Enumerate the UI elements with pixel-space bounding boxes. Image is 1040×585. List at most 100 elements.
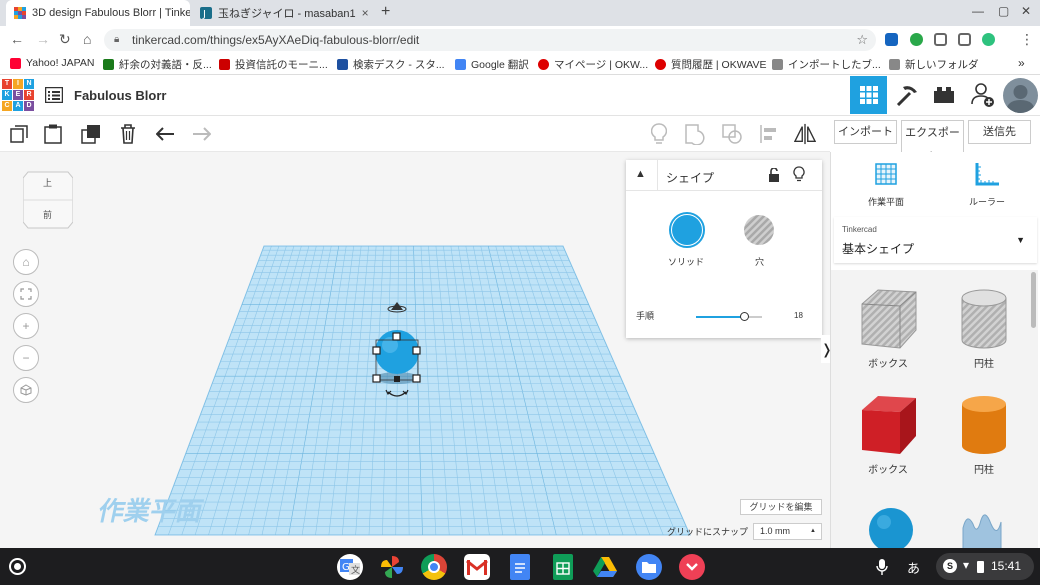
bookmark-folder[interactable]: インポートしたブ... — [772, 57, 881, 72]
extension-icon[interactable] — [885, 33, 898, 46]
url-field[interactable]: 🔒︎ tinkercad.com/things/ex5AyXAeDiq-fabu… — [104, 29, 876, 51]
blocks-button[interactable] — [888, 76, 925, 114]
bookmark-item[interactable]: 投資信託のモーニ... — [219, 57, 328, 72]
drive-app-icon[interactable] — [592, 554, 618, 580]
3d-view-button[interactable] — [850, 76, 887, 114]
sheets-app-icon[interactable] — [553, 554, 573, 580]
undo-button[interactable] — [155, 123, 177, 145]
bookmark-item[interactable]: 質問履歴 | OKWAVE — [655, 57, 766, 72]
svg-text:J: J — [202, 9, 206, 19]
home-view-button[interactable]: ⌂ — [13, 249, 39, 275]
os-taskbar: G文 あ S ▾ 15:41 — [0, 548, 1040, 585]
google-translate-app-icon[interactable]: G文 — [337, 554, 363, 580]
minimize-button[interactable]: — — [972, 4, 984, 18]
group-button[interactable] — [684, 123, 706, 145]
status-tray[interactable]: S ▾ 15:41 — [936, 553, 1034, 580]
maximize-button[interactable]: ▢ — [998, 4, 1009, 18]
add-user-button[interactable] — [964, 76, 1001, 114]
import-button[interactable]: インポート — [834, 120, 897, 144]
shape-library-select[interactable]: Tinkercad 基本シェイプ ▼ — [834, 217, 1037, 263]
bookmark-item[interactable]: Yahoo! JAPAN — [10, 57, 94, 69]
shape-box-hole[interactable]: ボックス — [853, 286, 923, 370]
view-cube-front[interactable]: 前 — [43, 208, 52, 221]
chrome-app-icon[interactable] — [421, 554, 447, 580]
pocket-app-icon[interactable] — [679, 554, 705, 580]
redo-button[interactable] — [190, 123, 212, 145]
paste-button[interactable] — [42, 123, 64, 145]
show-all-button[interactable] — [648, 123, 670, 145]
pocket-icon[interactable] — [934, 33, 947, 46]
collapse-icon[interactable]: ▲ — [635, 168, 646, 180]
workplane-canvas[interactable]: 作業平面 上 前 ⌂ + − ▲ シェイプ ソリッド 穴 手順 18 グリッドを… — [0, 152, 830, 548]
box-hole-icon — [861, 289, 917, 349]
shape-cylinder[interactable]: 円柱 — [949, 392, 1019, 476]
avatar[interactable] — [1003, 78, 1038, 113]
view-cube[interactable]: 上 前 — [22, 170, 74, 230]
tinkercad-logo[interactable]: TIN KER CAD — [2, 78, 34, 112]
gmail-app-icon[interactable] — [464, 554, 490, 580]
bookmark-item[interactable]: 紆余の対義語・反... — [103, 57, 212, 72]
chevron-down-icon: ▼ — [1016, 235, 1025, 245]
panel-title: シェイプ — [666, 171, 715, 185]
bookmark-star-icon[interactable]: ☆ — [856, 29, 868, 51]
home-icon[interactable]: ⌂ — [83, 31, 91, 47]
delete-button[interactable] — [117, 123, 139, 145]
bricks-button[interactable] — [925, 76, 962, 114]
close-window-button[interactable]: ✕ — [1021, 4, 1031, 18]
tab-masaban[interactable]: J 玉ねぎジャイロ - masaban1 × — [192, 0, 374, 26]
fit-view-button[interactable] — [13, 281, 39, 307]
bookmark-item[interactable]: Google 翻訳 — [455, 57, 529, 72]
zoom-out-button[interactable]: − — [13, 345, 39, 371]
workplane-tool[interactable]: 作業平面 — [861, 161, 911, 208]
mirror-button[interactable] — [794, 123, 816, 145]
send-to-button[interactable]: 送信先 — [968, 120, 1031, 144]
bookmark-folder[interactable]: 新しいフォルダ — [889, 57, 979, 72]
zoom-in-button[interactable]: + — [13, 313, 39, 339]
cast-icon[interactable] — [958, 33, 971, 46]
shape-cylinder-hole[interactable]: 円柱 — [949, 286, 1019, 370]
bookmarks-overflow-icon[interactable]: » — [1018, 56, 1025, 70]
lightbulb-icon[interactable] — [793, 166, 805, 182]
bookmark-item[interactable]: マイページ | OKW... — [538, 57, 648, 72]
duplicate-button[interactable] — [80, 123, 102, 145]
lock-icon[interactable] — [768, 168, 780, 182]
new-tab-button[interactable]: + — [381, 3, 390, 21]
svg-text:G: G — [342, 562, 350, 573]
steps-value: 18 — [794, 311, 803, 320]
files-app-icon[interactable] — [636, 554, 662, 580]
microphone-icon[interactable] — [876, 558, 888, 576]
shape-sphere[interactable] — [867, 506, 915, 548]
view-cube-top[interactable]: 上 — [43, 176, 52, 189]
steps-slider[interactable] — [696, 312, 762, 321]
ortho-view-button[interactable] — [13, 377, 39, 403]
forward-icon[interactable]: → — [36, 31, 50, 47]
edit-grid-button[interactable]: グリッドを編集 — [740, 499, 822, 515]
panel-toggle-icon[interactable]: ❭ — [821, 335, 830, 363]
design-title[interactable]: Fabulous Blorr — [74, 88, 166, 103]
steps-slider-thumb[interactable] — [739, 312, 749, 321]
menu-icon[interactable]: ⋮ — [1020, 31, 1034, 48]
launcher-button[interactable] — [9, 558, 26, 575]
ungroup-button[interactable] — [721, 123, 743, 145]
design-list-icon[interactable] — [45, 87, 63, 103]
tab-close-icon[interactable]: × — [356, 6, 369, 20]
reload-icon[interactable]: ↻ — [59, 31, 71, 48]
bookmark-item[interactable]: 検索デスク - スタ... — [337, 57, 445, 72]
photos-app-icon[interactable] — [379, 554, 405, 580]
scrollbar-thumb[interactable] — [1031, 272, 1036, 328]
grammarly-icon[interactable] — [982, 33, 995, 46]
align-button[interactable] — [758, 123, 780, 145]
ruler-tool[interactable]: ルーラー — [959, 161, 1015, 208]
shape-scribble[interactable] — [959, 510, 1007, 548]
tab-tinkercad[interactable]: 3D design Fabulous Blorr | Tinke × — [6, 0, 190, 26]
ime-indicator[interactable]: あ — [907, 558, 920, 577]
snap-grid-select[interactable]: 1.0 mm ▲ — [753, 523, 822, 540]
back-icon[interactable]: ← — [10, 31, 24, 47]
hole-button[interactable] — [743, 214, 775, 246]
docs-app-icon[interactable] — [510, 554, 530, 580]
solid-button[interactable] — [669, 212, 705, 248]
cylinder-hole-icon — [961, 289, 1007, 349]
copy-button[interactable] — [8, 123, 30, 145]
shape-box[interactable]: ボックス — [853, 392, 923, 476]
evernote-icon[interactable] — [910, 33, 923, 46]
